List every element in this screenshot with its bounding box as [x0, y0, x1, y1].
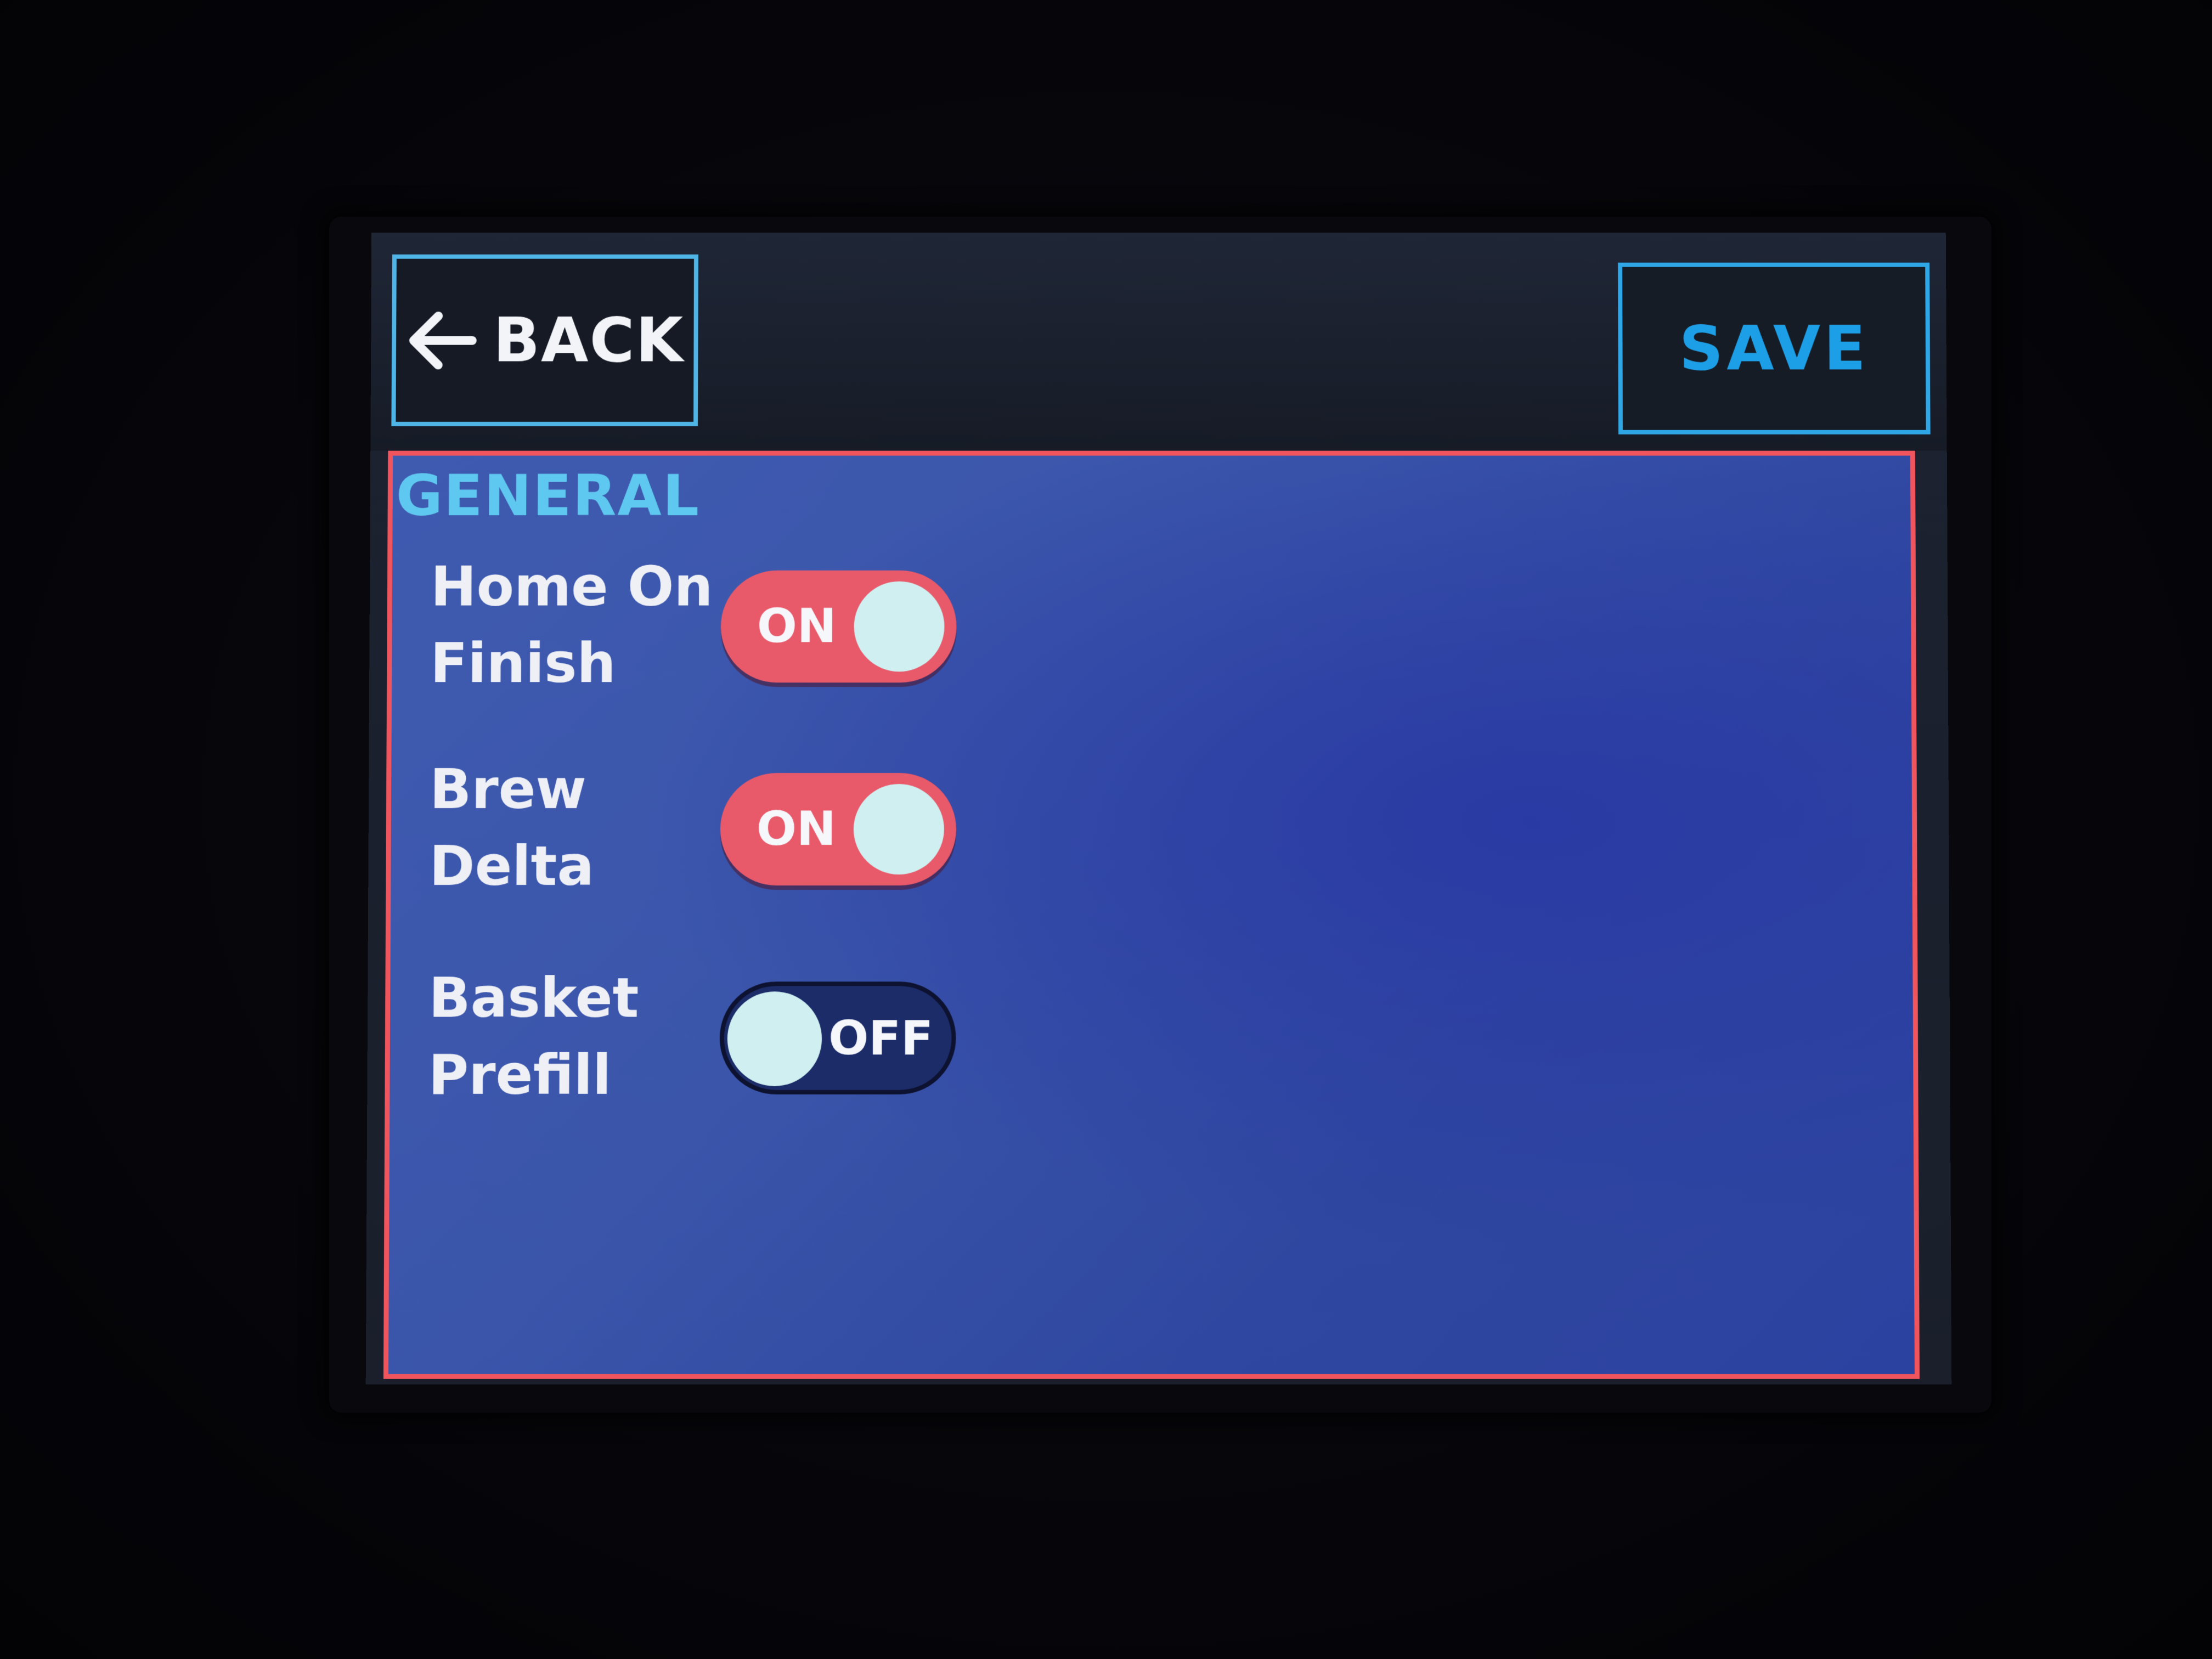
toggle-state-text: ON [757, 599, 837, 654]
toggle-knob [727, 991, 822, 1086]
setting-label-brew-delta: Brew Delta [429, 757, 595, 899]
back-button[interactable]: BACK [391, 254, 698, 426]
toggle-state-text: OFF [828, 1011, 934, 1066]
toggle-knob [854, 581, 945, 672]
save-button-label: SAVE [1679, 313, 1869, 384]
section-title: GENERAL [396, 462, 701, 529]
back-button-label: BACK [493, 304, 685, 376]
toggle-state-text: ON [756, 802, 837, 857]
toggle-brew-delta[interactable]: ON [720, 773, 957, 886]
save-button[interactable]: SAVE [1618, 262, 1931, 435]
settings-panel: GENERAL Home On Finish ON Brew Delta ON … [383, 450, 1920, 1379]
toggle-basket-prefill[interactable]: OFF [719, 981, 956, 1094]
arrow-left-icon [405, 311, 477, 370]
setting-label-basket-prefill: Basket Prefill [428, 966, 639, 1107]
top-bar: BACK SAVE [370, 233, 1947, 451]
setting-row-home-on-finish: Home On Finish ON [430, 549, 979, 713]
touch-screen: BACK SAVE GENERAL Home On Finish ON Brew… [365, 233, 1952, 1385]
setting-label-home-on-finish: Home On Finish [430, 554, 713, 696]
toggle-home-on-finish[interactable]: ON [720, 570, 957, 683]
setting-row-basket-prefill: Basket Prefill OFF [428, 960, 978, 1125]
toggle-knob [853, 784, 945, 875]
setting-row-brew-delta: Brew Delta ON [429, 751, 978, 916]
